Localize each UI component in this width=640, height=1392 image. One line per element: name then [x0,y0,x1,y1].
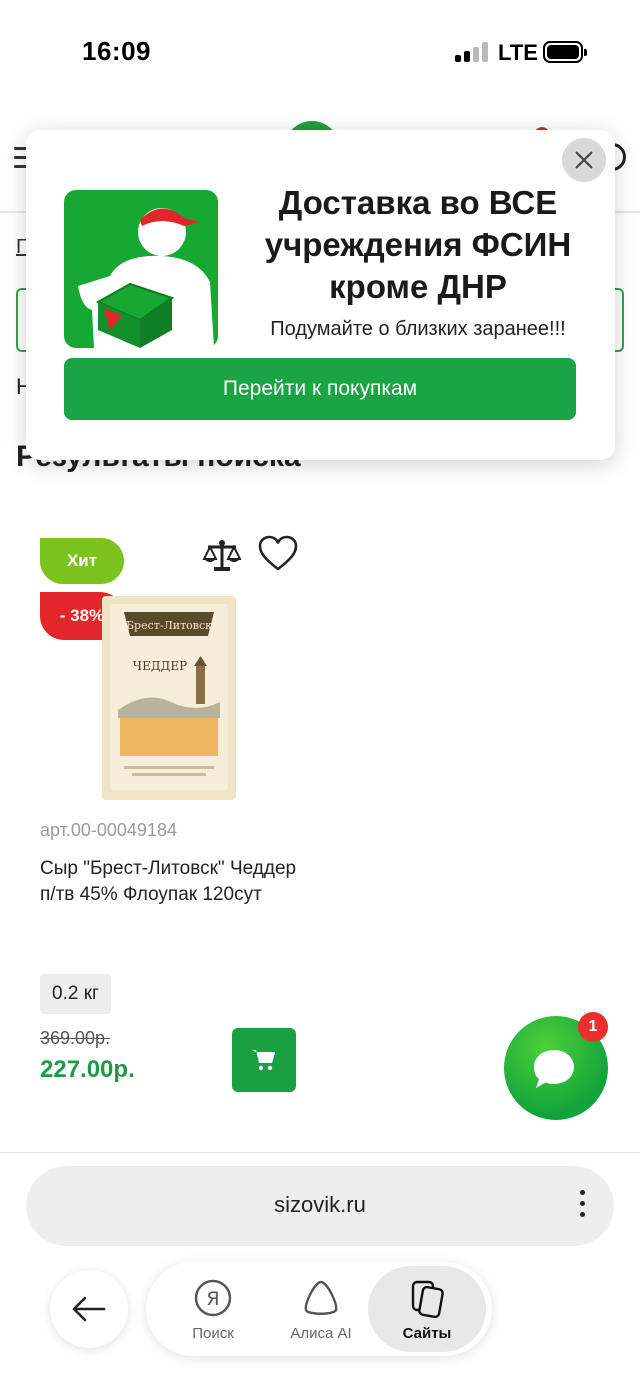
nav-search-label: Поиск [192,1325,234,1342]
browser-nav-bar: Я Поиск Алиса AI Сайты [146,1262,492,1356]
go-shopping-button[interactable]: Перейти к покупкам [64,358,576,420]
yandex-search-icon: Я [194,1279,232,1317]
package-name-text: ЧЕДДЕР [133,659,187,673]
add-to-cart-button[interactable] [232,1028,296,1092]
product-sku: арт.00-00049184 [40,820,177,840]
hit-badge: Хит [40,538,124,584]
nav-search-tab[interactable]: Я Поиск [154,1266,272,1352]
address-bar[interactable]: sizovik.ru [26,1166,614,1246]
close-icon [575,151,593,169]
status-bar: 16:09 LTE [0,0,640,100]
chat-bubble-icon [534,1050,574,1088]
nav-sites-label: Сайты [402,1325,452,1342]
chat-notification-badge: 1 [578,1012,608,1042]
back-button[interactable] [50,1270,128,1348]
package-brand-text: Брест-Литовск [126,619,212,632]
delivery-courier-image [64,190,218,348]
svg-text:Я: Я [206,1288,219,1310]
network-type: LTE [498,40,538,65]
old-price: 369.00р. [40,1028,111,1048]
sites-icon [411,1280,444,1318]
popup-subtitle: Подумайте о близких заранее!!! [270,318,566,340]
url-text[interactable]: sizovik.ru [26,1192,614,1218]
nav-sites-tab[interactable]: Сайты [368,1266,486,1352]
favorite-heart-icon[interactable] [257,533,299,575]
back-arrow-icon [72,1296,106,1322]
current-price: 227.00р. [40,1056,135,1083]
alice-icon [304,1280,338,1315]
product-image[interactable]: Брест-Литовск ЧЕДДЕР [96,590,242,806]
nav-alice-tab[interactable]: Алиса AI [262,1266,380,1352]
product-name[interactable]: Сыр "Брест-Литовск" Чеддер п/тв 45% Флоу… [40,856,300,908]
popup-close-button[interactable] [562,138,606,182]
weight-tag: 0.2 кг [40,974,111,1014]
compare-scales-icon[interactable] [202,535,242,575]
more-options-icon[interactable] [578,1190,586,1222]
nav-alice-label: Алиса AI [290,1325,352,1342]
battery-icon [543,41,587,63]
status-time: 16:09 [82,36,151,66]
cart-icon [252,1050,275,1071]
browser-divider [0,1152,640,1153]
signal-icon [455,42,489,62]
promo-popup: Доставка во ВСЕ учреждения ФСИН кроме ДН… [26,130,615,460]
popup-title: Доставка во ВСЕ учреждения ФСИН кроме ДН… [264,184,572,305]
